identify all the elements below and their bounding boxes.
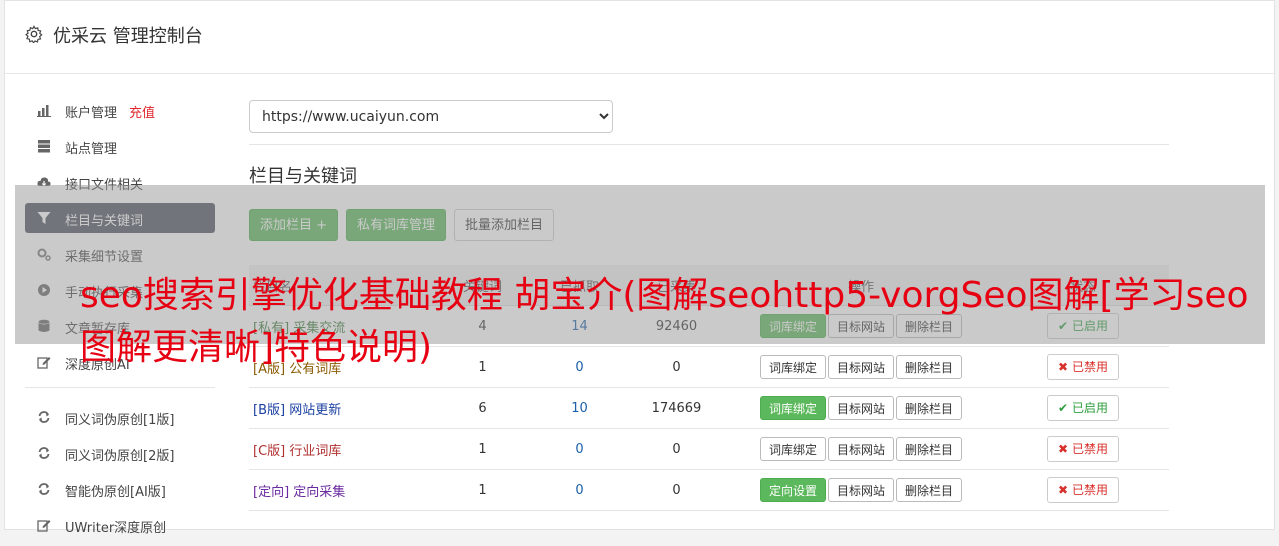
- keyword-count: 1: [434, 428, 531, 470]
- table-row: [定向] 定向采集 1 0 0 定向设置 目标网站 删除栏目 ✖ 已禁用: [249, 469, 1169, 511]
- panel-header: 优采云 管理控制台: [5, 1, 1274, 74]
- sidebar-item-label: 同义词伪原创[1版]: [65, 413, 175, 428]
- column-name-cell: [B版] 网站更新: [249, 387, 434, 429]
- actions-cell: 定向设置 目标网站 删除栏目: [725, 469, 997, 511]
- bind-lib-button[interactable]: 词库绑定: [759, 437, 826, 461]
- overlay-title: seo搜索引擎优化基础教程 胡宝介(图解seohttp5-vorgSeo图解[学…: [80, 275, 1249, 368]
- fetched-count[interactable]: 0: [531, 469, 628, 511]
- fetched-count[interactable]: 0: [531, 428, 628, 470]
- status-toggle[interactable]: ✖ 已禁用: [1047, 436, 1119, 462]
- column-tag[interactable]: [B版]: [253, 403, 285, 418]
- target-site-button[interactable]: 目标网站: [827, 478, 894, 502]
- refresh-icon: [38, 411, 50, 423]
- server-icon: [38, 140, 50, 153]
- bind-lib-button[interactable]: 定向设置: [759, 478, 826, 502]
- recharge-link[interactable]: 充值: [129, 102, 155, 121]
- delete-column-button[interactable]: 删除栏目: [896, 437, 963, 461]
- sidebar-item-a-1[interactable]: 站点管理: [25, 131, 215, 161]
- column-name-cell: [C版] 行业词库: [249, 428, 434, 470]
- column-name[interactable]: 行业词库: [289, 444, 341, 459]
- gear-icon: [25, 25, 43, 43]
- bind-lib-button[interactable]: 词库绑定: [759, 396, 826, 420]
- sidebar-item-b-2[interactable]: 智能伪原创[AI版]: [25, 474, 215, 504]
- sidebar-item-a-0[interactable]: 账户管理 充值: [25, 95, 215, 125]
- target-site-button[interactable]: 目标网站: [827, 396, 894, 420]
- column-name-cell: [定向] 定向采集: [249, 469, 434, 511]
- refresh-icon: [38, 483, 50, 495]
- keyword-count: 6: [434, 387, 531, 429]
- delete-column-button[interactable]: 删除栏目: [896, 478, 963, 502]
- target-site-button[interactable]: 目标网站: [827, 437, 894, 461]
- status-toggle[interactable]: ✔ 已启用: [1047, 395, 1119, 421]
- actions-cell: 词库绑定目标网站删除栏目: [725, 387, 997, 429]
- column-name[interactable]: 网站更新: [289, 403, 341, 418]
- table-row: [B版] 网站更新 6 10 174669 词库绑定 目标网站 删除栏目 ✔ 已启用: [249, 387, 1169, 429]
- refresh-icon: [38, 447, 50, 459]
- sidebar-item-label: 账户管理: [65, 106, 118, 121]
- cross-icon: ✖: [1058, 483, 1069, 497]
- status-toggle[interactable]: ✖ 已禁用: [1047, 477, 1119, 503]
- status-label: 已启用: [1071, 401, 1108, 415]
- sidebar-item-label: 智能伪原创[AI版]: [65, 485, 166, 500]
- sidebar-item-b-1[interactable]: 同义词伪原创[2版]: [25, 438, 215, 468]
- site-select[interactable]: https://www.ucaiyun.com: [249, 100, 613, 133]
- page-title: 优采云 管理控制台: [53, 26, 203, 47]
- status-label: 已禁用: [1071, 483, 1108, 497]
- collected-count: 174669: [628, 387, 725, 429]
- column-tag[interactable]: [定向]: [253, 485, 289, 500]
- sidebar-item-b-0[interactable]: 同义词伪原创[1版]: [25, 402, 215, 432]
- actions-cell: 词库绑定目标网站删除栏目: [725, 428, 997, 470]
- bar-chart-icon: [37, 105, 51, 117]
- collected-count: 0: [628, 428, 725, 470]
- status-cell: ✖ 已禁用: [997, 469, 1169, 511]
- status-cell: ✖ 已禁用: [997, 428, 1169, 470]
- fetched-count[interactable]: 10: [531, 387, 628, 429]
- sidebar-divider: [25, 387, 215, 388]
- delete-column-button[interactable]: 删除栏目: [896, 396, 963, 420]
- collected-count: 0: [628, 469, 725, 511]
- status-cell: ✔ 已启用: [997, 387, 1169, 429]
- table-row: [C版] 行业词库 1 0 0 词库绑定 目标网站 删除栏目 ✖ 已禁用: [249, 428, 1169, 470]
- cross-icon: ✖: [1058, 442, 1069, 456]
- sidebar-item-label: 同义词伪原创[2版]: [65, 449, 175, 464]
- sidebar-item-label: UWriter深度原创: [65, 521, 167, 536]
- divider: [249, 144, 1169, 145]
- keyword-count: 1: [434, 469, 531, 511]
- edit-icon: [37, 357, 51, 369]
- column-tag[interactable]: [C版]: [253, 444, 285, 459]
- sidebar-item-b-3[interactable]: UWriter深度原创: [25, 510, 215, 540]
- column-name[interactable]: 定向采集: [293, 485, 345, 500]
- sidebar-item-label: 站点管理: [65, 142, 118, 157]
- status-label: 已禁用: [1071, 442, 1108, 456]
- check-icon: ✔: [1058, 401, 1069, 415]
